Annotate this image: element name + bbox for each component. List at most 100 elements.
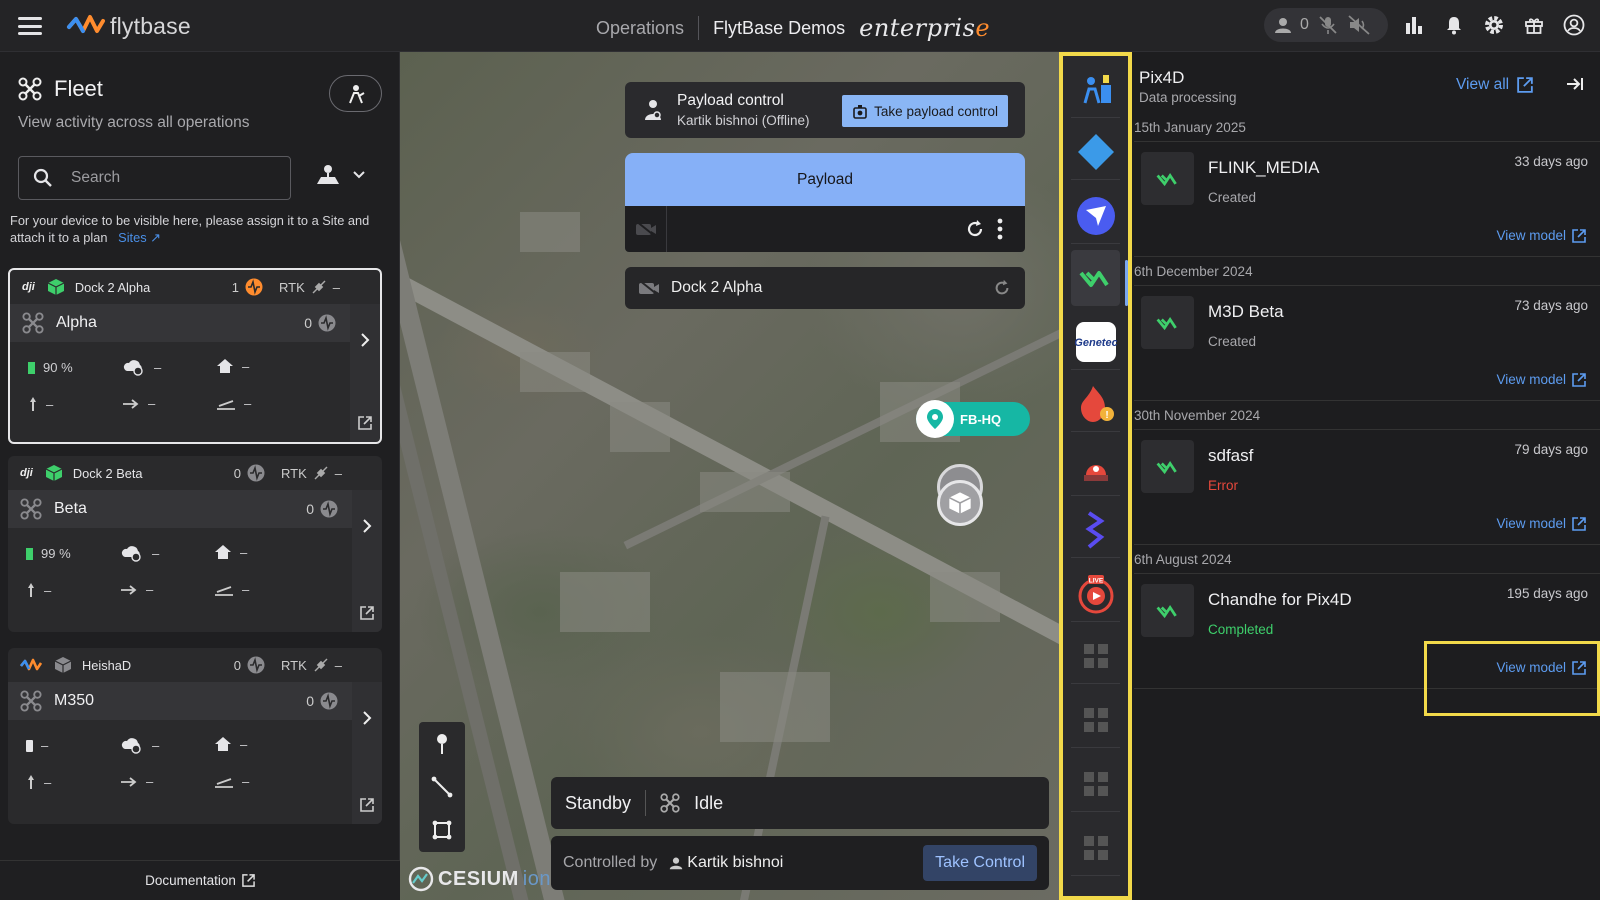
battery-stat: 90 %	[28, 360, 73, 375]
edition-text: enterpris	[859, 14, 976, 42]
model-item[interactable]: sdfasf Error 79 days ago View model	[1134, 429, 1600, 545]
add-app-icon	[1083, 643, 1108, 668]
drone-status: 0	[304, 314, 336, 332]
satellite-icon	[314, 466, 328, 480]
bell-icon[interactable]	[1442, 13, 1466, 37]
dock-icon	[47, 279, 65, 295]
model-age: 79 days ago	[1514, 442, 1588, 457]
landing-value: –	[242, 582, 250, 597]
top-icons	[1402, 13, 1586, 37]
satellite-icon	[314, 658, 328, 672]
presence-group[interactable]: 0	[1264, 8, 1388, 42]
rail-app-live[interactable]: LIVE	[1071, 566, 1120, 622]
collapse-panel-icon[interactable]	[1566, 76, 1584, 92]
nav-operations[interactable]: Operations	[596, 18, 684, 39]
map-building	[520, 212, 580, 252]
point-tool-icon[interactable]	[434, 733, 450, 755]
speed-value: –	[146, 582, 154, 597]
external-link-icon[interactable]	[358, 416, 372, 430]
assign-pilot-button[interactable]	[329, 75, 382, 112]
view-model-link[interactable]: View model	[1496, 372, 1586, 387]
landing-value: –	[244, 396, 252, 411]
drone-stats: 90 % – – – – –	[10, 342, 380, 436]
activity-icon	[320, 692, 338, 710]
rail-app-dna[interactable]	[1071, 502, 1120, 558]
analytics-icon[interactable]	[1402, 13, 1426, 37]
drone-name: Alpha	[56, 314, 97, 331]
rail-app-genetec[interactable]: Genetec	[1071, 314, 1120, 370]
chevron-right-icon[interactable]	[361, 518, 373, 534]
camera-off-icon	[625, 206, 667, 252]
take-payload-control-button[interactable]: Take payload control	[840, 93, 1010, 129]
gift-icon[interactable]	[1522, 13, 1546, 37]
speed-value: –	[146, 774, 154, 789]
rail-app-alarm[interactable]	[1071, 440, 1120, 496]
dock-name: Dock 2 Beta	[72, 465, 143, 481]
fleet-card-beta[interactable]: dji Dock 2 Beta 0 RTK – Beta 0 99 % – – …	[8, 456, 382, 632]
gear-icon[interactable]	[1482, 13, 1506, 37]
weather-value: –	[152, 737, 160, 753]
camera-icon	[853, 105, 867, 119]
user-icon	[1275, 18, 1291, 33]
refresh-icon[interactable]	[993, 279, 1011, 297]
dock-marker[interactable]	[937, 480, 983, 526]
mic-off-icon[interactable]	[1317, 14, 1339, 36]
rail-app-diamond[interactable]	[1071, 124, 1120, 180]
external-link-icon	[242, 874, 255, 887]
model-age: 33 days ago	[1514, 154, 1588, 169]
sites-link[interactable]: Sites ↗	[111, 230, 161, 245]
svg-text:Genetec: Genetec	[1075, 337, 1117, 349]
rail-app-pilot[interactable]	[1071, 62, 1120, 118]
rail-app-navigation[interactable]	[1071, 188, 1120, 244]
take-control-button[interactable]: Take Control	[923, 845, 1037, 881]
chevron-right-icon[interactable]	[359, 332, 371, 348]
line-tool-icon[interactable]	[431, 776, 453, 798]
org-name[interactable]: FlytBase Demos	[713, 18, 845, 39]
payload-control-text: Payload control Kartik bishnoi (Offline)	[677, 92, 810, 128]
refresh-icon[interactable]	[965, 219, 985, 239]
card-side	[352, 682, 382, 824]
navigation-app-icon	[1076, 196, 1115, 235]
view-model-link[interactable]: View model	[1496, 228, 1586, 243]
fleet-card-alpha[interactable]: dji Dock 2 Alpha 1 RTK – Alpha 0 90 % – …	[8, 268, 382, 444]
rail-app-empty-1[interactable]	[1071, 628, 1120, 684]
rail-app-empty-4[interactable]	[1071, 820, 1120, 876]
account-icon[interactable]	[1562, 13, 1586, 37]
view-model-link[interactable]: View model	[1496, 516, 1586, 531]
rail-app-pix4d[interactable]	[1071, 250, 1120, 306]
speaker-off-icon[interactable]	[1347, 14, 1371, 36]
chevron-down-icon	[353, 171, 365, 179]
model-item[interactable]: M3D Beta Created 73 days ago View model	[1134, 285, 1600, 401]
more-vertical-icon[interactable]	[997, 218, 1003, 240]
flytbase-logo[interactable]: flytbase	[66, 12, 191, 40]
home-icon	[217, 359, 233, 373]
drone-name: Beta	[54, 500, 87, 517]
rail-app-fire[interactable]: !	[1071, 376, 1120, 432]
altitude-icon	[30, 397, 36, 411]
satellite-icon	[312, 280, 326, 294]
svg-text:LIVE: LIVE	[1088, 577, 1103, 584]
menu-icon[interactable]	[18, 17, 42, 35]
dock-name: Dock 2 Alpha	[74, 279, 151, 295]
view-all-link[interactable]: View all	[1456, 76, 1533, 94]
rtk-value: –	[334, 465, 342, 481]
control-bar: Controlled by Kartik bishnoi Take Contro…	[551, 836, 1049, 890]
chevron-right-icon[interactable]	[361, 710, 373, 726]
controlled-by-label: Controlled by	[563, 854, 658, 871]
home-stat: –	[216, 358, 249, 374]
external-link-icon[interactable]	[360, 798, 374, 812]
drone-stats: 99 % – – – – –	[8, 528, 382, 622]
external-link-icon[interactable]	[360, 606, 374, 620]
hint-text: For your device to be visible here, plea…	[10, 213, 370, 245]
model-item[interactable]: FLINK_MEDIA Created 33 days ago View mod…	[1134, 141, 1600, 257]
payload-tab[interactable]: Payload	[625, 153, 1025, 206]
fleet-card-heishad[interactable]: HeishaD 0 RTK – M350 0 – – – – – –	[8, 648, 382, 824]
polygon-tool-icon[interactable]	[431, 819, 453, 841]
view-all-label: View all	[1456, 76, 1510, 93]
documentation-link[interactable]: Documentation	[0, 860, 400, 900]
search-input[interactable]	[71, 169, 251, 187]
site-filter[interactable]	[314, 162, 366, 188]
rail-app-empty-3[interactable]	[1071, 756, 1120, 812]
search-field[interactable]	[18, 156, 291, 200]
rail-app-empty-2[interactable]	[1071, 692, 1120, 748]
